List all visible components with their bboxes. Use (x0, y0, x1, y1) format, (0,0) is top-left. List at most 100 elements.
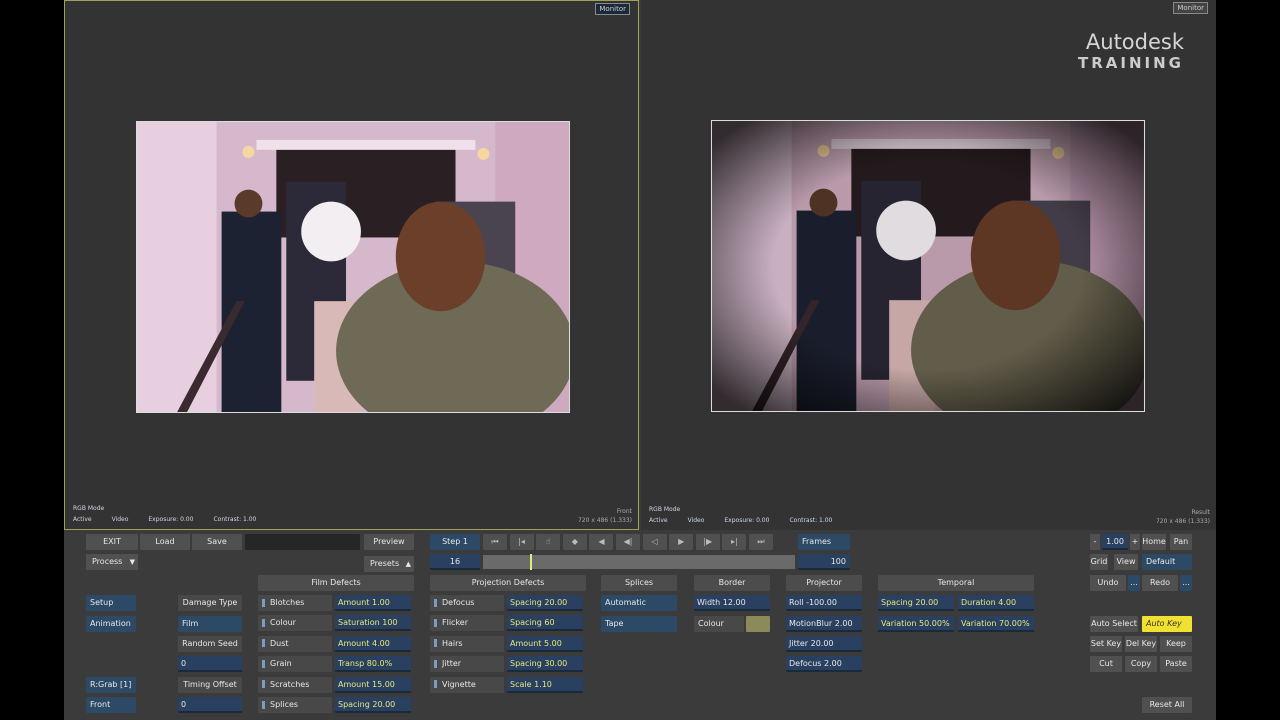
defect-toggle-flicker[interactable]: Flicker (430, 615, 504, 632)
next-key-button[interactable]: ▸| (722, 534, 747, 550)
auto-select-button[interactable]: Auto Select (1090, 616, 1138, 632)
redo-button[interactable]: Redo (1142, 575, 1178, 591)
frames-field[interactable]: 100 (798, 554, 850, 570)
set-mark-icon: ◆ (571, 537, 578, 546)
defect-toggle-jitter[interactable]: Jitter (430, 656, 504, 673)
border-header: Border (694, 575, 770, 591)
defect-value-blotches[interactable]: Amount 1.00 (335, 595, 411, 611)
exposure-label: Exposure: 0.00 (148, 516, 194, 523)
play-button[interactable]: ▶ (669, 534, 694, 550)
zoom-field[interactable]: 1.00 (1102, 534, 1128, 550)
temporal-variation1-field[interactable]: Variation 50.00% (878, 616, 954, 632)
preview-button[interactable]: Preview (364, 534, 414, 550)
timing-offset-field[interactable]: 0 (178, 697, 242, 713)
projector-motionblur-field[interactable]: MotionBlur 2.00 (786, 616, 862, 632)
view-select[interactable]: Default (1142, 554, 1192, 570)
frame-field[interactable]: 16 (430, 554, 480, 570)
defect-toggle-hairs[interactable]: Hairs (430, 635, 504, 652)
process-button[interactable]: Process ▼ (86, 554, 138, 570)
del-key-button[interactable]: Del Key (1125, 636, 1157, 652)
name-field[interactable] (245, 534, 360, 550)
grid-button[interactable]: Grid (1090, 554, 1108, 570)
animation-button[interactable]: Animation (86, 616, 136, 632)
keep-button[interactable]: Keep (1160, 636, 1192, 652)
presets-button[interactable]: Presets ▲ (364, 556, 414, 572)
splices-tape-button[interactable]: Tape (601, 616, 677, 632)
border-width-field[interactable]: Width 12.00 (694, 595, 770, 611)
to-start-button[interactable]: ⏮ (483, 534, 507, 550)
front-viewer[interactable]: Monitor RGB Mode Active Video Exposure: 0.… (64, 0, 639, 530)
undo-list-button[interactable]: ... (1128, 575, 1140, 591)
front-viewer-meta: Front 720 x 486 (1.333) (578, 507, 632, 525)
step-back-button[interactable]: ◀| (616, 534, 640, 550)
prev-frame-button[interactable]: ◀ (589, 534, 614, 550)
defect-value-scratches[interactable]: Amount 15.00 (335, 676, 411, 693)
paste-button[interactable]: Paste (1160, 656, 1192, 672)
defect-toggle-vignette[interactable]: Vignette (430, 676, 504, 693)
temporal-variation2-field[interactable]: Variation 70.00% (958, 616, 1034, 632)
toggle-indicator-icon (434, 639, 437, 648)
monitor-tag[interactable]: Monitor (595, 3, 630, 15)
defect-toggle-defocus[interactable]: Defocus (430, 595, 504, 611)
defect-value-hairs[interactable]: Amount 5.00 (507, 635, 583, 652)
redo-list-button[interactable]: ... (1180, 575, 1192, 591)
defect-value-vignette[interactable]: Scale 1.10 (507, 676, 583, 693)
pan-button[interactable]: Pan (1170, 534, 1192, 550)
prev-key-button[interactable]: |◂ (509, 534, 534, 550)
reset-all-button[interactable]: Reset All (1142, 697, 1192, 713)
defect-value-dust[interactable]: Amount 4.00 (335, 635, 411, 652)
random-seed-field[interactable]: 0 (178, 656, 242, 672)
set-key-button[interactable]: Set Key (1090, 636, 1122, 652)
zoom-in-button[interactable]: + (1130, 534, 1140, 550)
view-button[interactable]: View (1114, 554, 1138, 570)
result-viewer-meta: Result 720 x 486 (1.333) (1156, 508, 1210, 526)
play-back-button[interactable]: ◁ (642, 534, 667, 550)
defect-toggle-blotches[interactable]: Blotches (258, 595, 332, 611)
defect-toggle-scratches[interactable]: Scratches (258, 676, 332, 693)
exit-button[interactable]: EXIT (86, 534, 138, 550)
defect-toggle-splices[interactable]: Splices (258, 697, 332, 713)
setup-button[interactable]: Setup (86, 595, 136, 611)
save-button[interactable]: Save (192, 534, 242, 550)
home-button[interactable]: Home (1142, 534, 1166, 550)
undo-button[interactable]: Undo (1090, 575, 1126, 591)
defect-value-defocus[interactable]: Spacing 20.00 (507, 595, 583, 611)
defect-value-grain[interactable]: Transp 80.0% (335, 656, 411, 673)
auto-key-button[interactable]: Auto Key (1142, 616, 1192, 632)
temporal-duration-field[interactable]: Duration 4.00 (958, 595, 1034, 611)
defect-toggle-grain[interactable]: Grain (258, 656, 332, 673)
temporal-spacing-field[interactable]: Spacing 20.00 (878, 595, 954, 611)
splices-automatic-button[interactable]: Automatic (601, 595, 677, 611)
rgrab-button[interactable]: R:Grab [1] (86, 677, 136, 693)
frames-label[interactable]: Frames (798, 534, 850, 550)
defect-toggle-colour[interactable]: Colour (258, 615, 332, 632)
set-mark-button[interactable]: ◆ (562, 534, 587, 550)
toggle-indicator-icon (262, 618, 265, 627)
chevron-down-icon: ▼ (129, 558, 135, 566)
result-viewer[interactable]: Monitor Autodesk TRAINING RGB Mode Activ… (641, 0, 1216, 530)
front-button[interactable]: Front (86, 697, 136, 713)
defect-value-splices[interactable]: Spacing 20.00 (335, 697, 411, 713)
defect-value-jitter[interactable]: Spacing 30.00 (507, 656, 583, 673)
step-fwd-button[interactable]: |▶ (695, 534, 720, 550)
projector-roll-field[interactable]: Roll -100.00 (786, 595, 862, 611)
projector-jitter-field[interactable]: Jitter 20.00 (786, 636, 862, 652)
cursor-button[interactable]: ☝ (536, 534, 561, 550)
step-button[interactable]: Step 1 (430, 534, 480, 550)
autodesk-training-logo: Autodesk TRAINING (1078, 30, 1184, 72)
copy-button[interactable]: Copy (1125, 656, 1157, 672)
border-colour-swatch[interactable] (746, 616, 770, 632)
to-end-button[interactable]: ⏭ (749, 534, 773, 550)
timeline-cursor[interactable] (530, 554, 532, 570)
projector-defocus-field[interactable]: Defocus 2.00 (786, 656, 862, 672)
cut-button[interactable]: Cut (1090, 656, 1122, 672)
toggle-indicator-icon (434, 659, 437, 668)
monitor-tag[interactable]: Monitor (1173, 2, 1208, 14)
zoom-out-button[interactable]: - (1090, 534, 1100, 550)
defect-toggle-dust[interactable]: Dust (258, 635, 332, 652)
defect-value-flicker[interactable]: Spacing 60 (507, 615, 583, 632)
toggle-indicator-icon (434, 680, 437, 689)
defect-value-colour[interactable]: Saturation 100 (335, 615, 411, 632)
load-button[interactable]: Load (140, 534, 190, 550)
damage-type-select[interactable]: Film (178, 616, 242, 632)
